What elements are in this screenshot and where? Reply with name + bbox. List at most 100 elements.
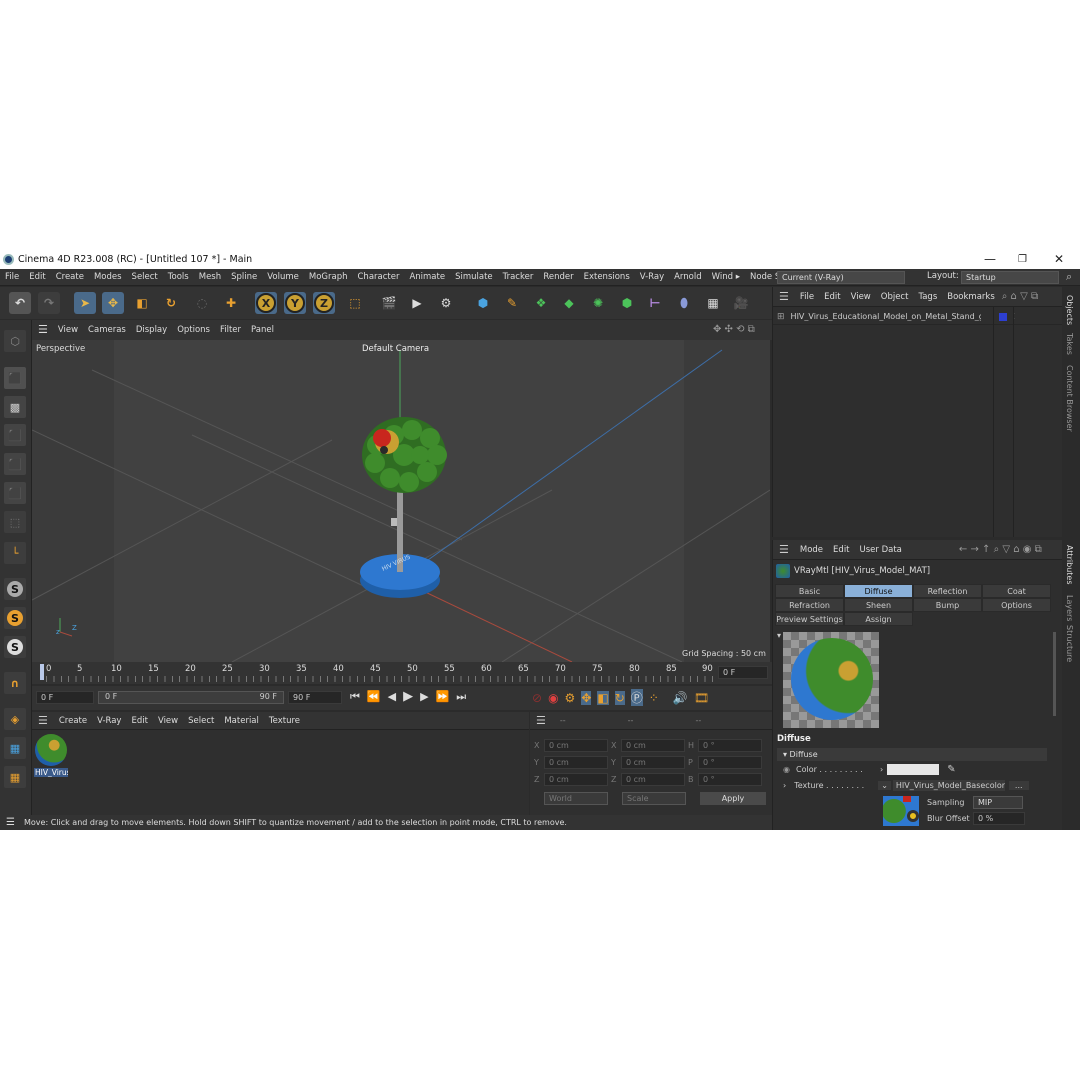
play-icon[interactable]: ▶: [403, 689, 413, 704]
workplane-snap-icon[interactable]: S: [4, 636, 26, 658]
menu-extensions[interactable]: Extensions: [579, 269, 635, 286]
menu-file[interactable]: File: [0, 269, 24, 286]
obj-menu-tags[interactable]: Tags: [913, 292, 942, 302]
attr-menu-user-data[interactable]: User Data: [855, 545, 907, 555]
scale-tool-icon[interactable]: ◧: [131, 292, 153, 314]
next-key-icon[interactable]: ⏩: [436, 690, 450, 703]
close-button[interactable]: ✕: [1054, 250, 1064, 269]
redo-icon[interactable]: ↷: [38, 292, 60, 314]
recent-tool-icon[interactable]: ◌: [191, 292, 213, 314]
vp-menu-filter[interactable]: Filter: [215, 320, 246, 340]
search-icon[interactable]: ⌕: [1066, 270, 1072, 284]
position-y-field[interactable]: 0 cm: [544, 756, 608, 769]
rotation-h-field[interactable]: 0 °: [698, 739, 762, 752]
texture-dropdown-icon[interactable]: ⌄: [878, 781, 891, 790]
obj-menu-edit[interactable]: Edit: [819, 292, 845, 302]
menu-spline[interactable]: Spline: [226, 269, 262, 286]
texture-browse-button[interactable]: ...: [1008, 781, 1029, 790]
obj-toolbar-icons[interactable]: ⌕ ⌂ ▽ ⧉: [1002, 291, 1038, 302]
key-position-icon[interactable]: ✥: [581, 690, 592, 705]
vp-menu-options[interactable]: Options: [172, 320, 215, 340]
hamburger-icon[interactable]: ☰: [32, 714, 54, 727]
vp-menu-panel[interactable]: Panel: [246, 320, 279, 340]
hamburger-icon[interactable]: ☰: [530, 714, 552, 727]
attr-menu-mode[interactable]: Mode: [795, 545, 828, 555]
menu-simulate[interactable]: Simulate: [450, 269, 498, 286]
tab-assign[interactable]: Assign: [844, 612, 913, 626]
mat-menu-view[interactable]: View: [153, 716, 183, 726]
obj-menu-bookmarks[interactable]: Bookmarks: [942, 292, 1000, 302]
mat-menu-create[interactable]: Create: [54, 716, 92, 726]
select-tool-icon[interactable]: ➤: [74, 292, 96, 314]
extrude-icon[interactable]: ◆: [558, 292, 580, 314]
mat-menu-material[interactable]: Material: [219, 716, 264, 726]
tab-diffuse[interactable]: Diffuse: [844, 584, 913, 598]
floor-icon[interactable]: ▦: [702, 292, 724, 314]
snap-icon[interactable]: S: [4, 578, 26, 600]
viewport-perspective[interactable]: HIV VIRUS z Z Perspective Default Camera…: [32, 340, 770, 662]
position-z-field[interactable]: 0 cm: [544, 773, 608, 786]
node-space-select[interactable]: Current (V-Ray): [777, 271, 905, 284]
side-tab-layers[interactable]: Layers: [1065, 595, 1074, 621]
menu-tools[interactable]: Tools: [163, 269, 194, 286]
vp-menu-view[interactable]: View: [53, 320, 83, 340]
hamburger-icon[interactable]: ☰: [773, 543, 795, 556]
camera-icon[interactable]: 🎥: [730, 292, 752, 314]
viewport-navigation-icons[interactable]: ✥ ✣ ⟲ ⧉: [708, 320, 760, 340]
go-to-start-icon[interactable]: ⏮: [350, 690, 360, 704]
deformer-icon[interactable]: ⊢: [644, 292, 666, 314]
menu-window[interactable]: Wind ▸: [707, 269, 745, 286]
mat-menu-vray[interactable]: V-Ray: [92, 716, 126, 726]
camera-label[interactable]: Default Camera: [362, 344, 429, 354]
expand-arrow-icon[interactable]: ›: [880, 765, 883, 774]
object-name[interactable]: HIV_Virus_Educational_Model_on_Metal_Sta…: [791, 312, 981, 321]
size-y-field[interactable]: 0 cm: [621, 756, 685, 769]
menu-volume[interactable]: Volume: [262, 269, 304, 286]
rotation-p-field[interactable]: 0 °: [698, 756, 762, 769]
grid-plane-icon[interactable]: ▦: [4, 737, 26, 759]
polygon-mode-icon[interactable]: ⬛: [4, 482, 26, 504]
start-frame-field[interactable]: 0 F: [36, 691, 94, 704]
visibility-dot-icon[interactable]: [998, 312, 1007, 321]
edge-mode-icon[interactable]: ⬛: [4, 453, 26, 475]
tab-reflection[interactable]: Reflection: [913, 584, 982, 598]
blur-offset-field[interactable]: 0 %: [973, 812, 1025, 825]
tab-preview-settings[interactable]: Preview Settings: [775, 612, 844, 626]
next-frame-icon[interactable]: ▶: [420, 690, 428, 703]
cloner-icon[interactable]: ✺: [587, 292, 609, 314]
attr-nav-icons[interactable]: ← → ↑ ⌕ ▽ ⌂ ◉ ⧉: [959, 544, 1042, 555]
coord-space-select[interactable]: World: [544, 792, 608, 805]
render-picture-viewer-icon[interactable]: ▶: [406, 292, 428, 314]
mat-menu-texture[interactable]: Texture: [264, 716, 305, 726]
tab-sheen[interactable]: Sheen: [844, 598, 913, 612]
coordinate-system-icon[interactable]: ⬚: [344, 292, 366, 314]
size-x-field[interactable]: 0 cm: [621, 739, 685, 752]
size-z-field[interactable]: 0 cm: [621, 773, 685, 786]
sampling-select[interactable]: MIP: [973, 796, 1023, 809]
magnet-icon[interactable]: ∩: [4, 672, 26, 694]
hamburger-icon[interactable]: ☰: [6, 815, 15, 830]
mat-menu-edit[interactable]: Edit: [126, 716, 152, 726]
side-tab-takes[interactable]: Takes: [1065, 333, 1074, 355]
menu-vray[interactable]: V-Ray: [635, 269, 669, 286]
menu-character[interactable]: Character: [353, 269, 405, 286]
go-to-end-icon[interactable]: ⏭: [456, 690, 466, 704]
coord-scale-select[interactable]: Scale: [622, 792, 686, 805]
tab-options[interactable]: Options: [982, 598, 1051, 612]
diffuse-group-header[interactable]: ▾ Diffuse: [777, 748, 1047, 761]
tab-refraction[interactable]: Refraction: [775, 598, 844, 612]
position-x-field[interactable]: 0 cm: [544, 739, 608, 752]
eyedropper-icon[interactable]: ✎: [947, 764, 955, 775]
film-icon[interactable]: 🎞: [694, 691, 709, 705]
autokey-icon[interactable]: ◉: [548, 691, 558, 705]
radio-icon[interactable]: ◉: [783, 765, 790, 774]
menu-mograph[interactable]: MoGraph: [304, 269, 353, 286]
hamburger-icon[interactable]: ☰: [32, 320, 53, 340]
obj-menu-view[interactable]: View: [846, 292, 876, 302]
menu-select[interactable]: Select: [127, 269, 163, 286]
key-pla-icon[interactable]: ⁘: [649, 691, 659, 705]
key-scale-icon[interactable]: ◧: [597, 690, 609, 705]
menu-render[interactable]: Render: [538, 269, 578, 286]
minimize-button[interactable]: —: [984, 250, 996, 269]
playhead[interactable]: [40, 664, 44, 680]
